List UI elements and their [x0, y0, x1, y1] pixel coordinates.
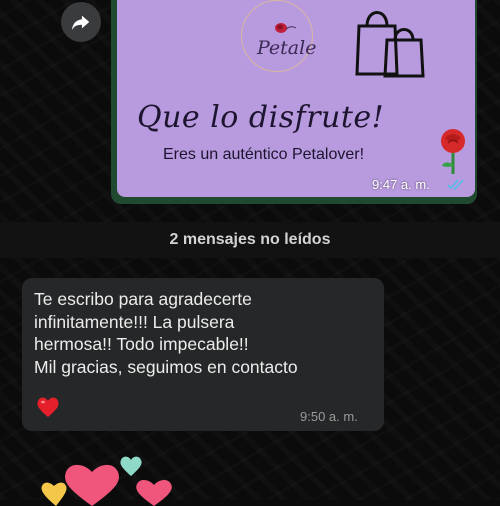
message-time: 9:50 a. m. — [300, 409, 358, 424]
message-body: Te escribo para agradecerte infinitament… — [34, 289, 298, 377]
double-check-read-icon — [447, 179, 464, 190]
shopping-bags-icon — [355, 11, 425, 78]
unread-messages-label: 2 mensajes no leídos — [169, 231, 331, 248]
logo-rose-icon — [275, 23, 297, 33]
rose-emoji-icon — [441, 129, 465, 174]
image-message-photo[interactable]: Petale Que lo disfrute! Eres un auténtic… — [117, 0, 475, 197]
petalover-tagline: Eres un auténtico Petalover! — [163, 146, 365, 163]
logo-circle — [241, 0, 313, 72]
script-greeting: Que lo disfrute! — [137, 100, 385, 135]
forward-arrow-icon — [71, 15, 90, 31]
forward-button[interactable] — [61, 2, 101, 42]
logo-text: Petale — [257, 37, 317, 59]
hearts-sticker[interactable] — [36, 446, 186, 506]
red-heart-emoji-icon — [37, 397, 59, 417]
image-message-time: 9:47 a. m. — [372, 177, 430, 192]
incoming-text-message[interactable]: Te escribo para agradecerte infinitament… — [22, 278, 384, 431]
unread-messages-banner: 2 mensajes no leídos — [0, 222, 500, 258]
